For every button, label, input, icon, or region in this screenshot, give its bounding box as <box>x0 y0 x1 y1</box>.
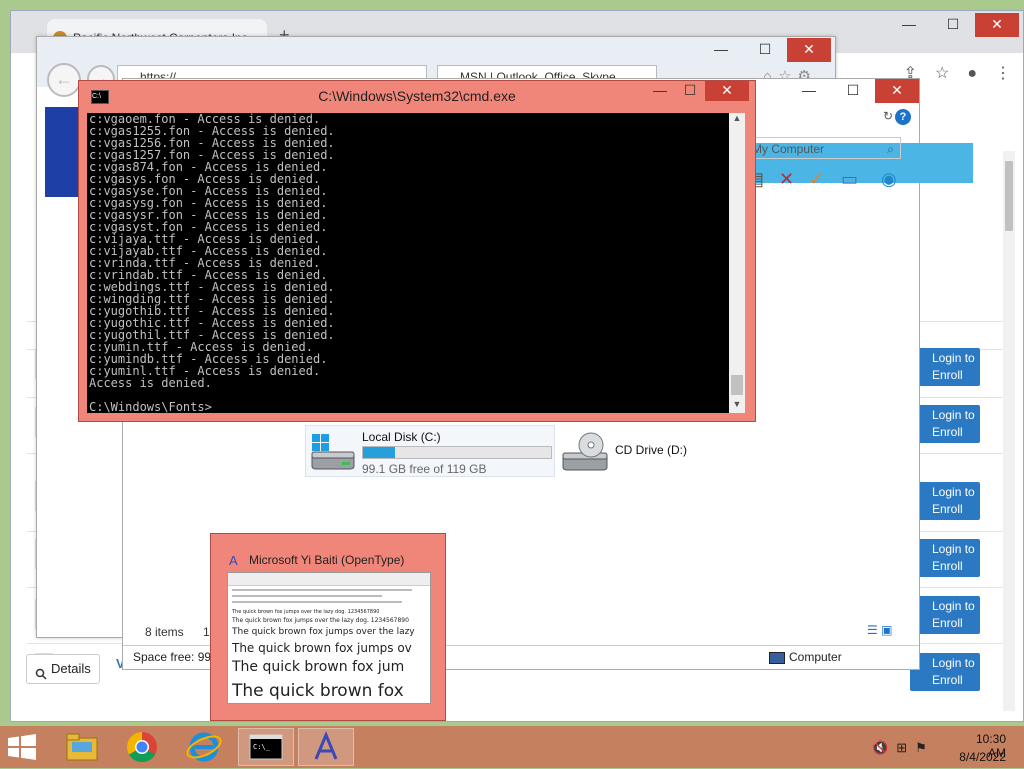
volume-muted-icon[interactable]: 🔇 <box>872 740 888 755</box>
page-scrollbar[interactable] <box>1003 151 1015 711</box>
menu-kebab-icon[interactable]: ⋮ <box>995 65 1011 82</box>
item-count: 8 items <box>145 625 184 639</box>
close-button[interactable]: ✕ <box>875 79 919 103</box>
preview-info-line <box>232 589 412 591</box>
cmd-titlebar[interactable]: C:\ C:\Windows\System32\cmd.exe — ☐ ✕ <box>79 81 755 111</box>
minimize-button[interactable]: — <box>887 13 931 37</box>
cmd-window: C:\ C:\Windows\System32\cmd.exe — ☐ ✕ c:vg… <box>78 80 756 422</box>
cd-drive-icon <box>561 431 609 471</box>
disk-usage-bar <box>362 446 552 459</box>
selected-count: 1 <box>203 625 210 639</box>
close-button[interactable]: ✕ <box>975 13 1019 37</box>
details-button-label: Details <box>51 661 91 676</box>
details-button[interactable]: Details <box>26 654 100 684</box>
login-to-enroll-button[interactable]: Login to Enroll <box>910 482 980 520</box>
checkmark-icon[interactable]: ✓ <box>809 169 824 190</box>
font-viewer-taskbar-button[interactable] <box>298 728 354 766</box>
view-mode-icons[interactable]: ☰ ▣ <box>867 623 892 637</box>
disk-usage-fill <box>363 447 395 458</box>
login-to-enroll-button[interactable]: Login to Enroll <box>910 653 980 691</box>
chrome-window-controls: — ☐ ✕ <box>887 13 1019 37</box>
preview-toolbar <box>228 573 430 586</box>
space-free-text: Space free: 99.1 <box>133 650 222 664</box>
chrome-taskbar-button[interactable] <box>114 728 170 766</box>
preview-title: Microsoft Yi Baiti (OpenType) <box>249 553 405 567</box>
cmd-output-text: c:vgaoem.fon - Access is denied. c:vgas1… <box>89 113 335 413</box>
cd-drive-name: CD Drive (D:) <box>615 443 687 457</box>
file-explorer-icon <box>66 733 98 761</box>
local-disk-drive[interactable]: Local Disk (C:) 99.1 GB free of 119 GB <box>305 425 555 477</box>
login-to-enroll-button[interactable]: Login to Enroll <box>910 348 980 386</box>
login-to-enroll-button[interactable]: Login to Enroll <box>910 405 980 443</box>
computer-label: Computer <box>789 650 842 664</box>
refresh-icon[interactable]: ↻ <box>883 109 893 123</box>
page-scrollbar-thumb[interactable] <box>1005 161 1013 231</box>
help-icon[interactable]: ? <box>895 109 911 125</box>
explorer-toolbar: ▤ ✕ ✓ ▭ ◉ <box>747 169 915 199</box>
maximize-button[interactable]: ☐ <box>931 13 975 37</box>
preview-sample-line: The quick brown fox jumps over the lazy … <box>232 609 380 615</box>
cmd-window-controls: — ☐ ✕ <box>645 81 749 101</box>
magnifier-icon <box>35 662 47 690</box>
preview-thumbnail-image: The quick brown fox jumps over the lazy … <box>227 572 431 704</box>
bookmark-star-icon[interactable]: ☆ <box>935 65 949 82</box>
cmd-scrollbar[interactable] <box>729 113 745 413</box>
file-explorer-taskbar-button[interactable] <box>54 728 110 766</box>
scroll-down-arrow-icon[interactable]: ▼ <box>729 399 745 413</box>
network-globe-icon[interactable]: ◉ <box>881 169 897 190</box>
system-tray: 🔇 ⊞ ⚑ <box>872 740 935 756</box>
explorer-window-controls: — ☐ ✕ <box>787 79 919 103</box>
taskbar: C:\_ 🔇 ⊞ ⚑ 10:30 AM 8/4/2022 <box>0 726 1024 768</box>
action-center-flag-icon[interactable]: ⚑ <box>915 740 927 755</box>
internet-explorer-icon <box>186 732 222 762</box>
cmd-scrollbar-thumb[interactable] <box>731 375 743 395</box>
cd-drive[interactable]: CD Drive (D:) <box>561 431 721 471</box>
computer-location: Computer <box>769 650 842 664</box>
chrome-icon <box>126 732 157 763</box>
search-icon[interactable]: ⌕ <box>887 138 894 160</box>
delete-x-icon[interactable]: ✕ <box>779 169 794 190</box>
hard-drive-icon <box>310 432 356 470</box>
explorer-search-input[interactable]: My Computer ⌕ <box>747 137 901 159</box>
scroll-up-arrow-icon[interactable]: ▲ <box>729 113 745 127</box>
clock-date[interactable]: 8/4/2022 <box>956 750 1006 764</box>
login-to-enroll-button[interactable]: Login to Enroll <box>910 596 980 634</box>
maximize-button[interactable]: ☐ <box>743 38 787 62</box>
network-icon[interactable]: ⊞ <box>896 740 907 755</box>
minimize-button[interactable]: — <box>645 81 675 101</box>
maximize-button[interactable]: ☐ <box>831 79 875 103</box>
cmd-console-output[interactable]: c:vgaoem.fon - Access is denied. c:vgas1… <box>87 113 729 413</box>
search-placeholder: My Computer <box>752 142 825 156</box>
preview-sample-line: The quick brown fox <box>232 681 404 701</box>
close-button[interactable]: ✕ <box>787 38 831 62</box>
font-file-icon: A <box>229 553 238 568</box>
maximize-button[interactable]: ☐ <box>675 81 705 101</box>
taskbar-thumbnail-preview[interactable]: A Microsoft Yi Baiti (OpenType) The quic… <box>210 533 446 721</box>
local-disk-free-space: 99.1 GB free of 119 GB <box>362 462 487 476</box>
preview-info-line <box>232 595 382 597</box>
svg-text:C:\_: C:\_ <box>253 743 271 751</box>
ie-window-controls: — ☐ ✕ <box>699 38 831 62</box>
properties-icon[interactable]: ▭ <box>841 169 858 190</box>
minimize-button[interactable]: — <box>787 79 831 103</box>
preview-sample-line: The quick brown fox jumps over the lazy … <box>232 617 409 624</box>
login-to-enroll-button[interactable]: Login to Enroll <box>910 539 980 577</box>
font-viewer-icon <box>314 731 338 760</box>
computer-icon <box>769 652 785 664</box>
profile-avatar-icon[interactable]: ● <box>967 65 977 82</box>
back-arrow-icon[interactable]: ← <box>47 63 81 97</box>
preview-sample-line: The quick brown fox jum <box>232 659 405 675</box>
preview-sample-line: The quick brown fox jumps ov <box>232 641 412 655</box>
internet-explorer-taskbar-button[interactable] <box>176 728 232 766</box>
local-disk-name: Local Disk (C:) <box>362 430 441 444</box>
start-windows-icon[interactable] <box>8 734 36 763</box>
close-button[interactable]: ✕ <box>705 81 749 101</box>
cmd-taskbar-button[interactable]: C:\_ <box>238 728 294 766</box>
preview-info-line <box>232 601 402 603</box>
minimize-button[interactable]: — <box>699 38 743 62</box>
preview-sample-line: The quick brown fox jumps over the lazy <box>232 627 415 637</box>
cmd-icon: C:\_ <box>249 734 283 760</box>
